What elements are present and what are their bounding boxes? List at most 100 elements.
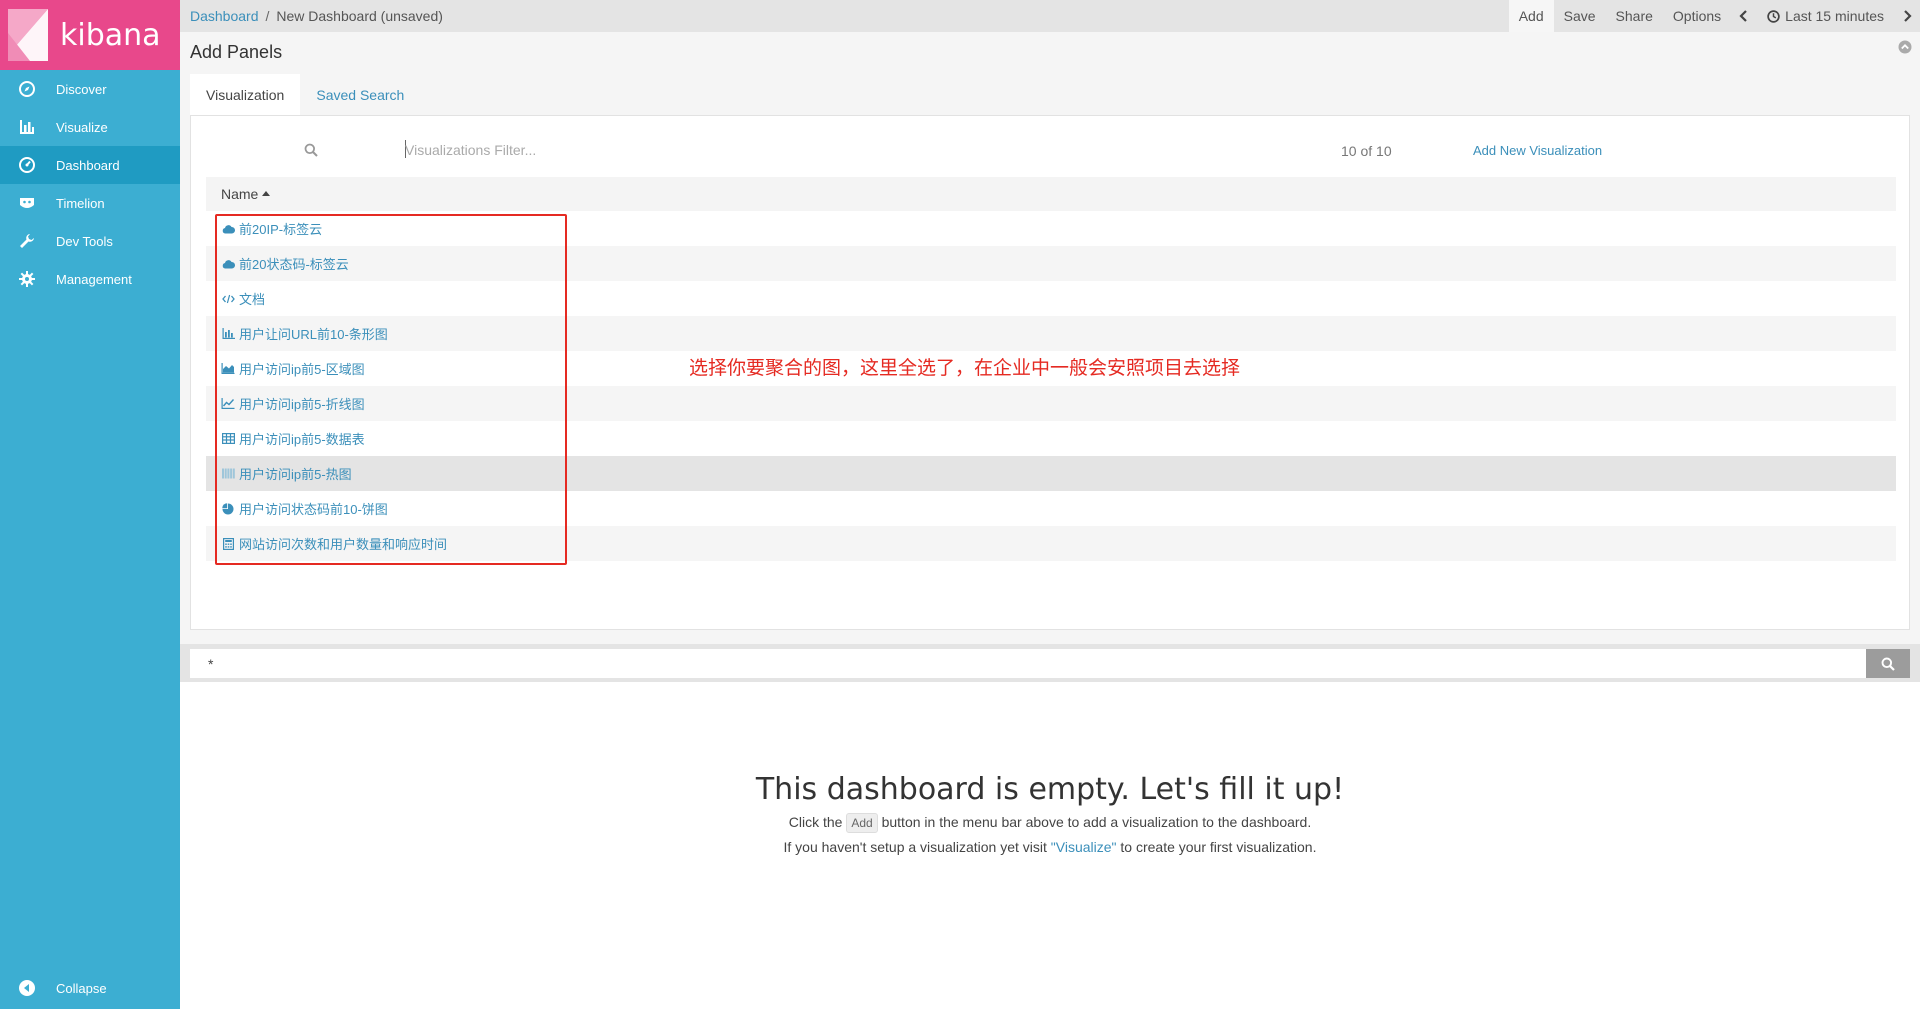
options-button[interactable]: Options <box>1663 0 1731 32</box>
nav-item-discover[interactable]: Discover <box>0 70 180 108</box>
nav-item-dev-tools[interactable]: Dev Tools <box>0 222 180 260</box>
kibana-logo[interactable]: kibana <box>0 0 180 70</box>
clock-icon <box>1767 9 1780 23</box>
empty-line-1-pre: Click the <box>788 814 843 830</box>
dashboard-icon <box>18 156 36 174</box>
nav-item-timelion[interactable]: Timelion <box>0 184 180 222</box>
chevron-left-icon <box>1739 10 1747 22</box>
list-item-label: 用户访问状态码前10-饼图 <box>239 502 388 517</box>
list-item-label: 用户访问ip前5-区域图 <box>239 362 365 377</box>
collapse-button[interactable]: Collapse <box>0 967 180 1009</box>
list-item-label: 用户访问ip前5-折线图 <box>239 397 365 412</box>
query-input[interactable] <box>190 649 1868 678</box>
save-button[interactable]: Save <box>1554 0 1606 32</box>
list-item[interactable]: 用户访问ip前5-区域图 <box>206 351 1896 386</box>
breadcrumb-dashboard-link[interactable]: Dashboard <box>190 8 259 24</box>
nav-item-visualize[interactable]: Visualize <box>0 108 180 146</box>
time-forward-button[interactable] <box>1894 0 1920 32</box>
empty-line-2: If you haven't setup a visualization yet… <box>180 839 1920 855</box>
list-item[interactable]: 前20状态码-标签云 <box>206 246 1896 281</box>
tab-saved-search[interactable]: Saved Search <box>300 74 420 115</box>
empty-line-2-pre: If you haven't setup a visualization yet… <box>783 839 1047 855</box>
top-menu: Add Save Share Options Last 15 minutes <box>1508 0 1920 32</box>
pie-chart-icon <box>221 502 235 516</box>
list-item-label: 网站访问次数和用户数量和响应时间 <box>239 537 448 552</box>
add-panels-title: Add Panels <box>190 42 283 62</box>
breadcrumb-separator: / <box>265 8 270 24</box>
cloud-icon <box>221 257 235 271</box>
logo-text: kibana <box>60 17 161 53</box>
list-item[interactable]: 前20IP-标签云 <box>206 211 1896 246</box>
nav-item-management[interactable]: Management <box>0 260 180 298</box>
breadcrumb: Dashboard / New Dashboard (unsaved) <box>180 8 1509 24</box>
empty-line-1: Click the Add button in the menu bar abo… <box>180 813 1920 833</box>
table-icon <box>221 432 235 446</box>
list-item[interactable]: 用户访问ip前5-热图 <box>206 456 1896 491</box>
list-item-label: 前20IP-标签云 <box>239 222 323 237</box>
list-item-label: 用户访问ip前5-热图 <box>239 467 352 482</box>
list-item[interactable]: 用户访问状态码前10-饼图 <box>206 491 1896 526</box>
query-bar <box>180 644 1920 682</box>
sort-ascending-icon <box>262 190 271 196</box>
empty-line-2-post: to create your first visualization. <box>1120 839 1317 855</box>
add-panels-area: Add Panels Visualization Saved Search 10… <box>180 32 1920 644</box>
add-keyword: Add <box>846 813 878 833</box>
visualize-link[interactable]: "Visualize" <box>1051 839 1117 855</box>
nav-label-dev-tools: Dev Tools <box>56 233 113 249</box>
name-column-label: Name <box>221 186 259 202</box>
time-picker-button[interactable]: Last 15 minutes <box>1757 0 1894 32</box>
list-item[interactable]: 网站访问次数和用户数量和响应时间 <box>206 526 1896 561</box>
time-picker-label: Last 15 minutes <box>1785 8 1884 24</box>
time-back-button[interactable] <box>1731 0 1757 32</box>
main-content: Add Panels Visualization Saved Search 10… <box>180 32 1920 1009</box>
wrench-icon <box>18 232 36 250</box>
collapse-label: Collapse <box>56 980 107 996</box>
empty-line-1-post: button in the menu bar above to add a vi… <box>881 814 1312 830</box>
empty-title: This dashboard is empty. Let's fill it u… <box>755 772 1345 807</box>
sidebar: kibana Discover Visualize Dashboard Time… <box>0 0 180 1009</box>
filter-row: 10 of 10 Add New Visualization <box>191 116 1909 176</box>
list-item[interactable]: 用户访问ip前5-数据表 <box>206 421 1896 456</box>
nav-label-visualize: Visualize <box>56 119 108 135</box>
visualization-list: 前20IP-标签云 前20状态码-标签云 文档 用户让问URL前10-条形图 用… <box>206 211 1896 561</box>
search-icon <box>1881 657 1895 671</box>
bar-chart-icon <box>221 327 235 341</box>
nav-list: Discover Visualize Dashboard Timelion De… <box>0 70 180 298</box>
visualizations-filter-input[interactable] <box>405 136 1165 164</box>
query-submit-button[interactable] <box>1866 649 1910 678</box>
nav-label-management: Management <box>56 271 132 287</box>
nav-label-timelion: Timelion <box>56 195 105 211</box>
add-new-visualization-link[interactable]: Add New Visualization <box>1473 143 1602 158</box>
add-panels-tabs: Visualization Saved Search <box>190 74 420 115</box>
chevron-right-icon <box>1904 10 1912 22</box>
list-item-label: 用户访问ip前5-数据表 <box>239 432 365 447</box>
tab-visualization[interactable]: Visualization <box>190 74 301 115</box>
search-icon <box>304 143 318 157</box>
line-chart-icon <box>221 397 235 411</box>
visualization-list-panel: 10 of 10 Add New Visualization Name 前20I… <box>190 115 1910 630</box>
nav-item-dashboard[interactable]: Dashboard <box>0 146 180 184</box>
list-item-label: 前20状态码-标签云 <box>239 257 349 272</box>
cloud-icon <box>221 222 235 236</box>
gear-icon <box>18 270 36 288</box>
compass-icon <box>18 80 36 98</box>
list-item-label: 用户让问URL前10-条形图 <box>239 327 388 342</box>
calculator-icon <box>221 537 235 551</box>
nav-label-dashboard: Dashboard <box>56 157 120 173</box>
empty-dashboard-message: This dashboard is empty. Let's fill it u… <box>180 772 1920 855</box>
code-icon <box>221 292 235 306</box>
collapse-icon <box>18 979 36 997</box>
result-count: 10 of 10 <box>1341 143 1392 159</box>
nav-label-discover: Discover <box>56 81 107 97</box>
list-item[interactable]: 用户访问ip前5-折线图 <box>206 386 1896 421</box>
area-chart-icon <box>221 362 235 376</box>
share-button[interactable]: Share <box>1606 0 1663 32</box>
list-item[interactable]: 用户让问URL前10-条形图 <box>206 316 1896 351</box>
name-column-header[interactable]: Name <box>206 177 1896 211</box>
list-item-label: 文档 <box>239 292 266 307</box>
list-item[interactable]: 文档 <box>206 281 1896 316</box>
top-nav-bar: Dashboard / New Dashboard (unsaved) Add … <box>180 0 1920 32</box>
add-button[interactable]: Add <box>1508 0 1554 32</box>
kibana-logo-icon <box>8 9 48 61</box>
collapse-panel-icon[interactable] <box>1898 40 1912 54</box>
